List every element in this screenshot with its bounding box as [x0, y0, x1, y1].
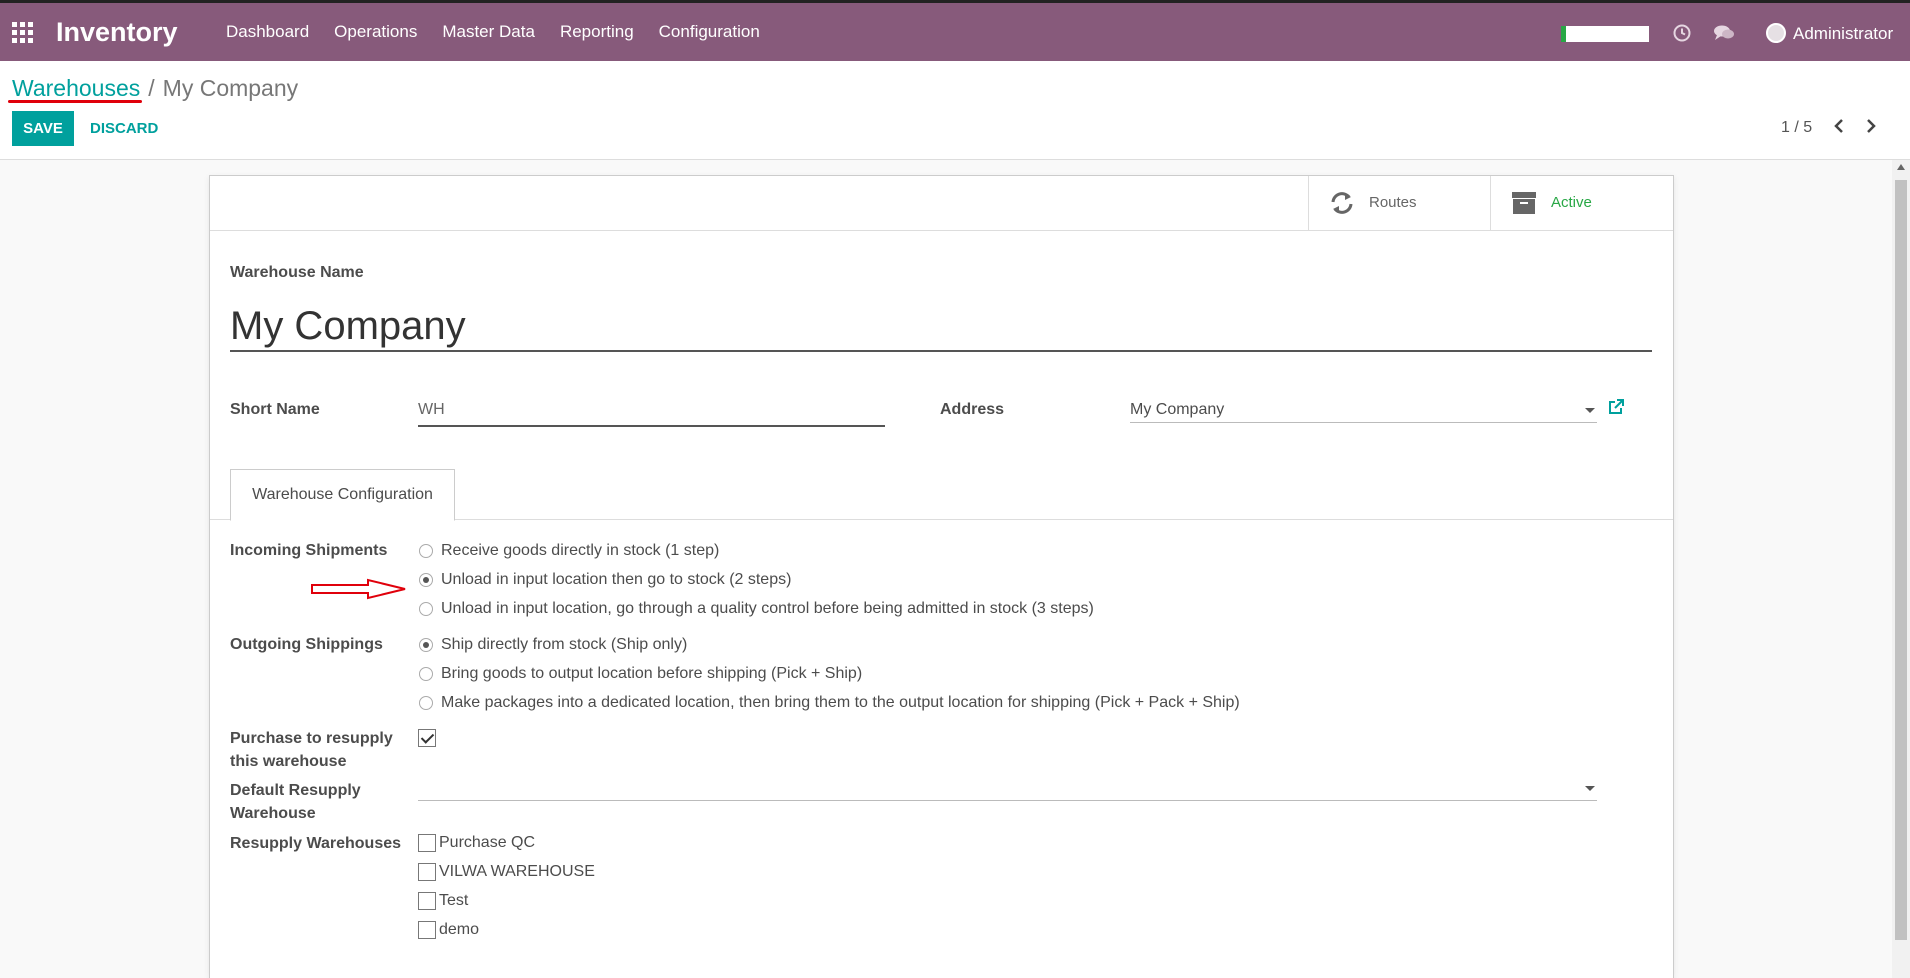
form-sheet: Routes Active Warehouse Name My Company … [209, 175, 1674, 978]
red-arrow-annotation [310, 578, 408, 605]
menu-configuration[interactable]: Configuration [659, 22, 760, 42]
smart-button-box: Routes Active [210, 176, 1673, 231]
checkbox-label: VILWA WAREHOUSE [439, 863, 595, 880]
red-underline-annotation [8, 100, 142, 103]
default-resupply-select[interactable] [418, 779, 1597, 801]
radio-button[interactable] [419, 696, 433, 710]
pager-next-icon[interactable] [1865, 118, 1877, 139]
app-brand[interactable]: Inventory [56, 17, 178, 48]
short-name-label: Short Name [230, 401, 320, 418]
main-menu: Dashboard Operations Master Data Reporti… [226, 22, 785, 42]
breadcrumb-separator: / [148, 75, 155, 101]
checkbox[interactable] [418, 834, 436, 852]
discard-button[interactable]: DISCARD [90, 111, 158, 146]
resupply-warehouse-item[interactable]: demo [418, 920, 479, 940]
routes-label: Routes [1369, 194, 1417, 211]
scroll-up-icon[interactable] [1897, 164, 1905, 170]
external-link-icon[interactable] [1608, 399, 1624, 420]
checkbox[interactable] [418, 892, 436, 910]
save-button[interactable]: SAVE [12, 111, 74, 146]
active-label: Active [1551, 194, 1592, 211]
radio-button[interactable] [419, 602, 433, 616]
active-toggle-button[interactable]: Active [1490, 176, 1673, 231]
top-navbar: Inventory Dashboard Operations Master Da… [0, 0, 1910, 61]
notebook-tabs: Warehouse Configuration [210, 469, 1673, 521]
radio-label: Make packages into a dedicated location,… [441, 694, 1240, 711]
radio-label: Ship directly from stock (Ship only) [441, 636, 688, 653]
archive-icon [1512, 192, 1536, 214]
radio-button-selected[interactable] [419, 638, 433, 652]
breadcrumb: Warehouses / My Company [12, 75, 298, 102]
menu-dashboard[interactable]: Dashboard [226, 22, 309, 42]
resupply-warehouse-item[interactable]: Purchase QC [418, 833, 535, 853]
pager-previous-icon[interactable] [1833, 118, 1845, 139]
address-select[interactable]: My Company [1130, 401, 1597, 423]
default-resupply-label: Default Resupply Warehouse [230, 779, 361, 825]
user-avatar[interactable] [1766, 23, 1786, 43]
incoming-shipments-label: Incoming Shipments [230, 542, 388, 559]
warehouse-name-label: Warehouse Name [230, 264, 364, 281]
radio-label: Unload in input location, go through a q… [441, 600, 1094, 617]
scroll-thumb[interactable] [1895, 180, 1907, 940]
apps-grid-icon[interactable] [12, 22, 34, 43]
chevron-down-icon[interactable] [1585, 786, 1595, 791]
breadcrumb-warehouses[interactable]: Warehouses [12, 75, 140, 101]
default-resupply-label-line1: Default Resupply [230, 782, 361, 799]
menu-operations[interactable]: Operations [334, 22, 417, 42]
radio-label: Receive goods directly in stock (1 step) [441, 542, 720, 559]
checkbox[interactable] [418, 921, 436, 939]
tab-warehouse-configuration[interactable]: Warehouse Configuration [230, 469, 455, 521]
chat-icon[interactable] [1713, 24, 1735, 47]
resupply-warehouse-item[interactable]: Test [418, 891, 468, 911]
outgoing-shippings-label: Outgoing Shippings [230, 636, 383, 653]
breadcrumb-current: My Company [162, 75, 299, 101]
pager-value[interactable]: 1 / 5 [1781, 119, 1812, 137]
resupply-warehouse-item[interactable]: VILWA WAREHOUSE [418, 862, 595, 882]
radio-button-selected[interactable] [419, 573, 433, 587]
incoming-option-1[interactable]: Receive goods directly in stock (1 step) [419, 540, 719, 562]
outgoing-option-3[interactable]: Make packages into a dedicated location,… [419, 692, 1240, 714]
outgoing-option-1[interactable]: Ship directly from stock (Ship only) [419, 634, 687, 656]
purchase-resupply-label: Purchase to resupply this warehouse [230, 727, 393, 773]
checkbox[interactable] [418, 863, 436, 881]
outgoing-option-2[interactable]: Bring goods to output location before sh… [419, 663, 862, 685]
routes-button[interactable]: Routes [1308, 176, 1490, 231]
radio-button[interactable] [419, 667, 433, 681]
resupply-warehouses-label: Resupply Warehouses [230, 835, 402, 852]
incoming-option-2[interactable]: Unload in input location then go to stoc… [419, 569, 791, 591]
refresh-icon [1331, 192, 1353, 214]
radio-button[interactable] [419, 544, 433, 558]
purchase-resupply-checkbox[interactable] [418, 729, 436, 747]
warehouse-name-input[interactable]: My Company [230, 304, 1652, 352]
default-resupply-label-line2: Warehouse [230, 805, 316, 822]
short-name-input[interactable]: WH [418, 401, 885, 427]
checkbox-label: Test [439, 892, 469, 909]
address-label: Address [940, 401, 1005, 418]
clock-icon[interactable] [1673, 24, 1691, 47]
radio-label: Unload in input location then go to stoc… [441, 571, 792, 588]
checkbox-label: Purchase QC [439, 834, 536, 851]
menu-reporting[interactable]: Reporting [560, 22, 634, 42]
incoming-option-3[interactable]: Unload in input location, go through a q… [419, 598, 1094, 620]
user-menu[interactable]: Administrator [1793, 24, 1893, 44]
chevron-down-icon[interactable] [1585, 408, 1595, 413]
control-panel: Warehouses / My Company SAVE DISCARD 1 / 5 [0, 61, 1910, 160]
systray-progress-bar[interactable] [1561, 26, 1649, 42]
menu-master-data[interactable]: Master Data [442, 22, 535, 42]
page-scrollbar[interactable] [1892, 160, 1910, 978]
purchase-resupply-label-line2: this warehouse [230, 753, 347, 770]
radio-label: Bring goods to output location before sh… [441, 665, 863, 682]
address-value: My Company [1130, 401, 1225, 418]
checkbox-label: demo [439, 921, 480, 938]
purchase-resupply-label-line1: Purchase to resupply [230, 730, 393, 747]
